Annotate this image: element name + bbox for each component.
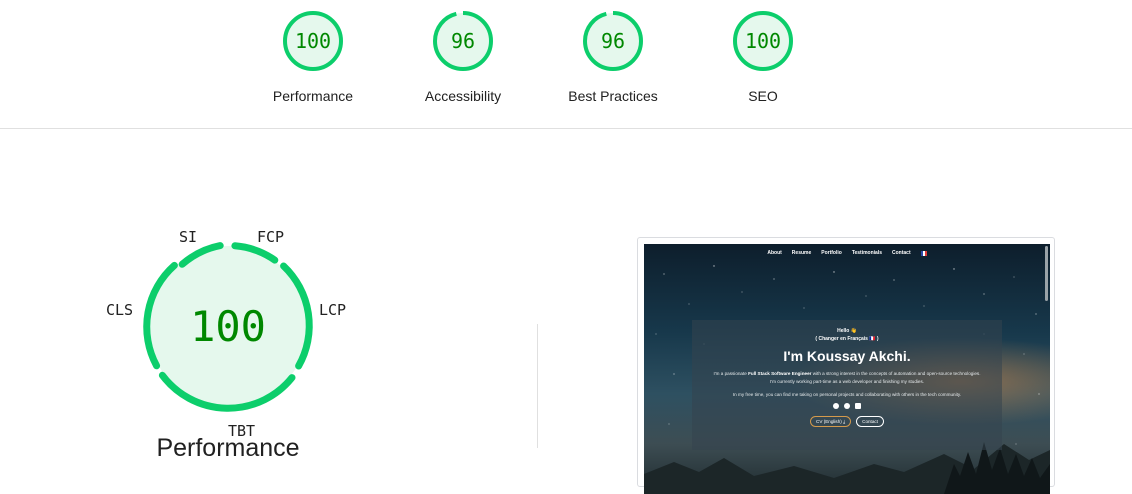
hero-description: I'm a passionate Full Stack Software Eng… <box>710 370 984 386</box>
hero-hello: Hello 👋 <box>837 328 857 334</box>
hero-buttons: CV (English) ⤓ Contact <box>692 416 1002 427</box>
nav-portfolio: Portfolio <box>821 250 842 256</box>
github-icon <box>833 403 839 409</box>
performance-title: Performance <box>156 434 300 462</box>
hero-free-time: In my free time, you can find me taking … <box>732 392 962 397</box>
gauge-label: Performance <box>272 88 354 104</box>
gauge-performance-ring: 100 <box>283 11 343 71</box>
gauge-score: 96 <box>451 29 475 53</box>
social-icons <box>692 403 1002 409</box>
nav-resume: Resume <box>791 250 812 256</box>
performance-score: 100 <box>190 302 266 351</box>
gauge-label: Accessibility <box>424 88 502 104</box>
final-screenshot: About Resume Portfolio Testimonials Cont… <box>644 244 1050 494</box>
performance-gauge: 100 SI FCP LCP TBT CLS Performance <box>100 220 360 480</box>
metric-label-cls: CLS <box>106 301 134 319</box>
hero-language-switch: ( Changer en Français 🇫🇷 ) <box>815 336 879 342</box>
final-screenshot-frame[interactable]: About Resume Portfolio Testimonials Cont… <box>637 237 1055 494</box>
desc-strong: Full Stack Software Engineer <box>748 371 812 376</box>
contact-button: Contact <box>856 416 884 427</box>
vertical-divider <box>537 324 538 448</box>
gauge-performance[interactable]: 100 Performance <box>238 0 388 104</box>
nav-about: About <box>767 250 782 256</box>
metric-label-si: SI <box>179 228 198 246</box>
gauge-score: 96 <box>601 29 625 53</box>
gitlab-icon <box>844 403 850 409</box>
metric-label-lcp: LCP <box>319 301 347 319</box>
gauge-accessibility[interactable]: 96 Accessibility <box>388 0 538 104</box>
nav-contact: Contact <box>892 250 911 256</box>
gauge-best-practices[interactable]: 96 Best Practices <box>538 0 688 104</box>
cv-button: CV (English) ⤓ <box>810 416 852 427</box>
gauge-seo[interactable]: 100 SEO <box>688 0 838 104</box>
gauge-score: 100 <box>295 29 331 53</box>
desc-prefix: I'm a passionate <box>713 371 749 376</box>
gauge-best-practices-ring: 96 <box>583 11 643 71</box>
linkedin-icon <box>855 403 861 409</box>
nav-testimonials: Testimonials <box>851 250 883 256</box>
french-flag-icon <box>920 250 927 256</box>
gauge-score: 100 <box>745 29 781 53</box>
gauge-seo-ring: 100 <box>733 11 793 71</box>
category-scores: 100 Performance 96 Accessibility 96 Best… <box>0 0 1132 128</box>
gauge-label: Best Practices <box>568 88 658 104</box>
metric-label-fcp: FCP <box>257 228 285 246</box>
gauge-label: SEO <box>748 88 778 104</box>
hero-card: Hello 👋 ( Changer en Français 🇫🇷 ) I'm K… <box>692 320 1002 450</box>
site-nav: About Resume Portfolio Testimonials Cont… <box>644 244 1050 262</box>
gauge-accessibility-ring: 96 <box>433 11 493 71</box>
hero-name: I'm Koussay Akchi. <box>783 348 911 364</box>
performance-gauge-svg: 100 <box>143 242 313 412</box>
section-divider <box>0 128 1132 129</box>
